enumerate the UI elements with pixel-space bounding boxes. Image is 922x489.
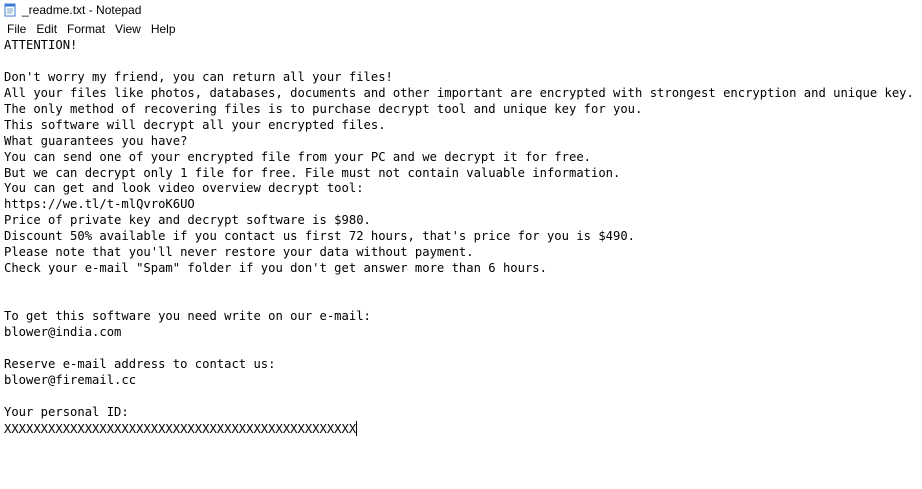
text-line: blower@firemail.cc <box>4 373 922 389</box>
text-line: What guarantees you have? <box>4 134 922 150</box>
menu-view[interactable]: View <box>110 20 146 38</box>
text-editor[interactable]: ATTENTION! Don't worry my friend, you can… <box>0 38 922 489</box>
text-line: https://we.tl/t-mlQvroK6UO <box>4 197 922 213</box>
text-line-content: ATTENTION! <box>4 38 78 52</box>
menu-bar: File Edit Format View Help <box>0 20 922 38</box>
notepad-icon <box>3 3 17 17</box>
text-line: Reserve e-mail address to contact us: <box>4 357 922 373</box>
text-line: You can get and look video overview decr… <box>4 181 922 197</box>
menu-edit[interactable]: Edit <box>31 20 62 38</box>
text-line-content: blower@india.com <box>4 324 122 339</box>
text-line: All your files like photos, databases, d… <box>4 86 922 102</box>
text-line: But we can decrypt only 1 file for free.… <box>4 166 922 182</box>
text-line: Your personal ID: <box>4 405 922 421</box>
text-line-content: To get this software you need write on o… <box>4 308 371 323</box>
text-line: Please note that you'll never restore yo… <box>4 245 922 261</box>
text-line: blower@india.com <box>4 325 922 341</box>
text-caret <box>356 420 358 436</box>
text-line: Check your e-mail "Spam" folder if you d… <box>4 261 922 277</box>
menu-format[interactable]: Format <box>62 20 110 38</box>
text-line-content: But we can decrypt only 1 file for free.… <box>4 165 621 180</box>
menu-help[interactable]: Help <box>146 20 181 38</box>
text-line: XXXXXXXXXXXXXXXXXXXXXXXXXXXXXXXXXXXXXXXX… <box>4 420 922 437</box>
text-line <box>4 389 922 405</box>
text-line: To get this software you need write on o… <box>4 309 922 325</box>
text-line <box>4 277 922 293</box>
menu-file[interactable]: File <box>2 20 31 38</box>
text-line-content: You can get and look video overview decr… <box>4 181 364 196</box>
text-line-content: XXXXXXXXXXXXXXXXXXXXXXXXXXXXXXXXXXXXXXXX… <box>4 421 357 436</box>
text-line-content: Don't worry my friend, you can return al… <box>4 69 393 84</box>
text-line <box>4 293 922 309</box>
text-line-content: blower@firemail.cc <box>4 372 137 387</box>
text-line-content: https://we.tl/t-mlQvroK6UO <box>4 197 195 212</box>
text-line: The only method of recovering files is t… <box>4 102 922 118</box>
text-line-content: You can send one of your encrypted file … <box>4 149 591 164</box>
text-line <box>4 341 922 357</box>
text-line-content: Please note that you'll never restore yo… <box>4 245 474 260</box>
text-line: ATTENTION! <box>4 38 922 54</box>
text-line: Discount 50% available if you contact us… <box>4 229 922 245</box>
notepad-window: _readme.txt - Notepad File Edit Format V… <box>0 0 922 489</box>
text-line-content: This software will decrypt all your encr… <box>4 117 386 132</box>
text-line-content: Your personal ID: <box>4 404 129 419</box>
text-line: This software will decrypt all your encr… <box>4 118 922 134</box>
text-line-content: Discount 50% available if you contact us… <box>4 229 636 244</box>
text-line: You can send one of your encrypted file … <box>4 150 922 166</box>
text-line: Don't worry my friend, you can return al… <box>4 70 922 86</box>
text-line-content: Reserve e-mail address to contact us: <box>4 356 276 371</box>
text-line-content: The only method of recovering files is t… <box>4 101 643 116</box>
document-text[interactable]: ATTENTION! Don't worry my friend, you can… <box>0 38 922 436</box>
text-line-content: Price of private key and decrypt softwar… <box>4 213 371 228</box>
text-line-content: Check your e-mail "Spam" folder if you d… <box>4 261 547 276</box>
title-bar: _readme.txt - Notepad <box>0 0 922 20</box>
text-line: Price of private key and decrypt softwar… <box>4 213 922 229</box>
text-line <box>4 54 922 70</box>
window-title: _readme.txt - Notepad <box>22 3 142 17</box>
text-line-content: What guarantees you have? <box>4 133 188 148</box>
text-line-content: All your files like photos, databases, d… <box>4 85 914 100</box>
